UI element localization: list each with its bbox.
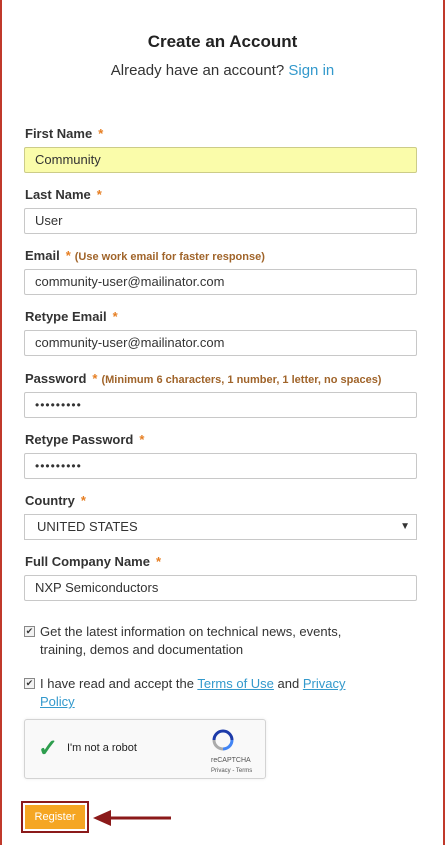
terms-of-use-link[interactable]: Terms of Use bbox=[197, 676, 274, 691]
password-label-text: Password bbox=[25, 371, 87, 386]
first-name-input[interactable]: Community bbox=[24, 147, 417, 173]
recaptcha-logo-icon bbox=[212, 729, 234, 751]
annotation-arrow-icon bbox=[93, 810, 171, 826]
required-marker: * bbox=[80, 493, 86, 508]
sign-in-link[interactable]: Sign in bbox=[288, 62, 334, 79]
country-select-value: UNITED STATES bbox=[37, 519, 138, 534]
last-name-input[interactable]: User bbox=[24, 208, 417, 234]
email-label: Email * (Use work email for faster respons… bbox=[25, 248, 265, 263]
required-marker: * bbox=[92, 371, 98, 386]
page-title: Create an Account bbox=[147, 32, 298, 51]
retype-password-label: Retype Password * bbox=[25, 432, 144, 447]
country-select[interactable]: UNITED STATES ▼ bbox=[24, 514, 417, 540]
password-hint: (Minimum 6 characters, 1 number, 1 lette… bbox=[101, 374, 382, 386]
first-name-label-text: First Name bbox=[25, 126, 93, 141]
email-input[interactable]: community-user@mailinator.com bbox=[24, 269, 417, 295]
terms-option: ✔ I have read and accept the Terms of Us… bbox=[24, 675, 354, 711]
password-label: Password * (Minimum 6 characters, 1 number… bbox=[25, 371, 381, 386]
captcha-label: I'm not a robot bbox=[67, 742, 137, 754]
first-name-label: First Name * bbox=[25, 126, 103, 141]
newsletter-text: Get the latest information on technical … bbox=[40, 624, 342, 657]
country-label-text: Country bbox=[25, 493, 75, 508]
retype-password-input[interactable]: ••••••••• bbox=[24, 453, 417, 479]
retype-email-input[interactable]: community-user@mailinator.com bbox=[24, 330, 417, 356]
terms-and-text: and bbox=[277, 676, 300, 691]
captcha-checkmark-icon[interactable]: ✓ bbox=[38, 734, 58, 763]
country-label: Country * bbox=[25, 493, 86, 508]
required-marker: * bbox=[96, 187, 102, 202]
captcha-links[interactable]: Privacy - Terms bbox=[211, 768, 252, 774]
last-name-label: Last Name * bbox=[25, 187, 102, 202]
recaptcha-widget: ✓ I'm not a robot reCAPTCHA Privacy - Te… bbox=[24, 719, 266, 779]
captcha-brand: reCAPTCHA bbox=[211, 757, 251, 764]
required-marker: * bbox=[155, 554, 162, 569]
email-hint: (Use work email for faster response) bbox=[74, 251, 265, 263]
newsletter-option: ✔ Get the latest information on technica… bbox=[24, 623, 354, 659]
newsletter-checkbox[interactable]: ✔ bbox=[24, 626, 35, 637]
register-highlight-frame: Register bbox=[21, 801, 89, 833]
terms-text: I have read and accept the Terms of Use … bbox=[40, 675, 354, 711]
terms-checkbox[interactable]: ✔ bbox=[24, 678, 35, 689]
required-marker: * bbox=[112, 309, 118, 324]
retype-email-label-text: Retype Email bbox=[25, 309, 107, 324]
retype-password-label-text: Retype Password bbox=[25, 432, 134, 447]
password-input[interactable]: ••••••••• bbox=[24, 392, 417, 418]
company-input[interactable]: NXP Semiconductors bbox=[24, 575, 417, 601]
signin-prompt: Already have an account? Sign in bbox=[0, 62, 445, 79]
dropdown-arrow-icon: ▼ bbox=[400, 521, 410, 532]
signin-prompt-text: Already have an account? bbox=[110, 62, 285, 79]
required-marker: * bbox=[98, 126, 104, 141]
frame-border-left bbox=[0, 0, 2, 845]
terms-text-prefix: I have read and accept the bbox=[40, 676, 194, 691]
company-label-text: Full Company Name bbox=[25, 554, 150, 569]
company-label: Full Company Name * bbox=[25, 554, 161, 569]
last-name-label-text: Last Name bbox=[25, 187, 91, 202]
required-marker: * bbox=[65, 248, 71, 263]
email-label-text: Email bbox=[25, 248, 60, 263]
register-button[interactable]: Register bbox=[25, 805, 85, 829]
required-marker: * bbox=[139, 432, 145, 447]
retype-email-label: Retype Email * bbox=[25, 309, 118, 324]
